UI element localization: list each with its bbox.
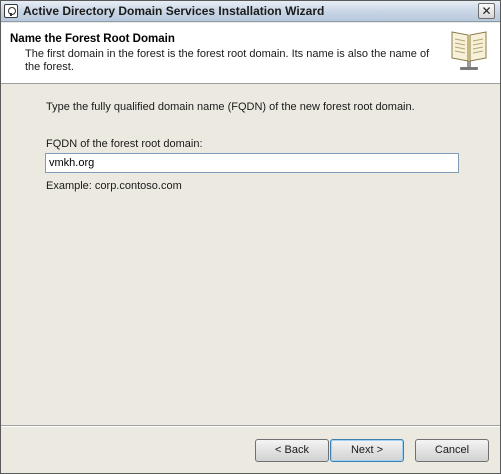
fqdn-label: FQDN of the forest root domain: bbox=[46, 138, 203, 150]
app-icon bbox=[4, 4, 18, 18]
example-text: Example: corp.contoso.com bbox=[46, 180, 182, 192]
close-button[interactable]: ✕ bbox=[478, 3, 495, 19]
book-icon bbox=[451, 31, 487, 70]
back-button[interactable]: < Back bbox=[255, 439, 329, 462]
next-button[interactable]: Next > bbox=[330, 439, 404, 462]
window-title: Active Directory Domain Services Install… bbox=[23, 4, 325, 18]
wizard-window: Active Directory Domain Services Install… bbox=[0, 0, 501, 474]
page-description: The first domain in the forest is the fo… bbox=[25, 48, 430, 73]
wizard-header: Name the Forest Root Domain The first do… bbox=[1, 23, 500, 84]
page-title: Name the Forest Root Domain bbox=[10, 33, 175, 45]
fqdn-input[interactable] bbox=[45, 153, 459, 173]
close-icon: ✕ bbox=[481, 4, 492, 18]
footer-separator bbox=[1, 425, 500, 427]
title-bar[interactable]: Active Directory Domain Services Install… bbox=[1, 1, 500, 22]
instruction-text: Type the fully qualified domain name (FQ… bbox=[46, 101, 415, 113]
cancel-button[interactable]: Cancel bbox=[415, 439, 489, 462]
